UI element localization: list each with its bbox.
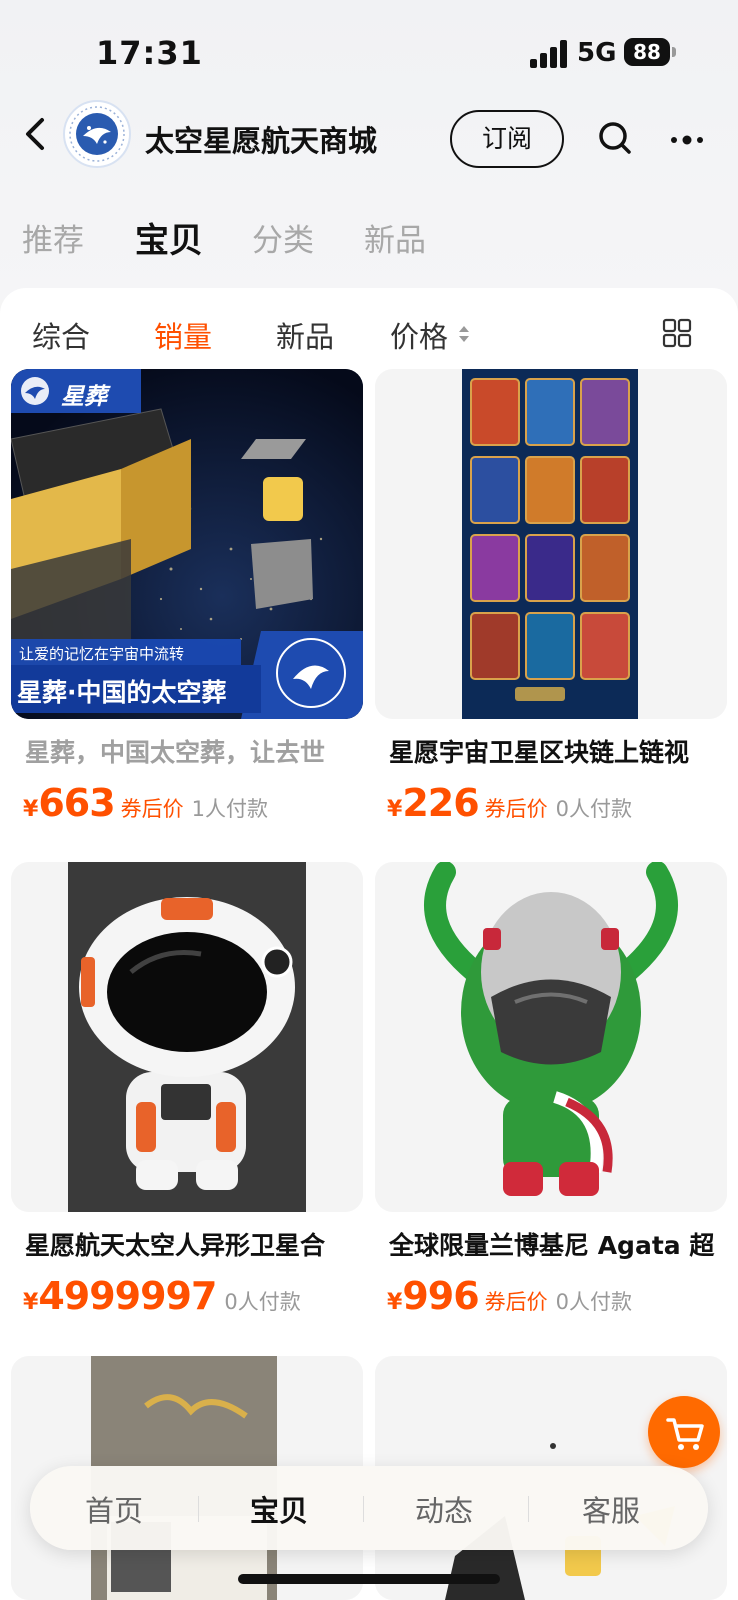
product-title[interactable]: 星愿航天太空人异形卫星合 xyxy=(25,1226,355,1262)
battery-icon: 88 xyxy=(624,38,670,66)
product-card[interactable]: 全球限量兰博基尼 Agata 超 ¥996 券后价 0人付款 xyxy=(375,862,727,1318)
sold-count: 0人付款 xyxy=(555,797,633,821)
product-price: 226 xyxy=(402,781,479,825)
search-icon[interactable] xyxy=(595,118,635,158)
product-card[interactable]: 星愿航天太空人异形卫星合 ¥4999997 0人付款 xyxy=(11,862,363,1318)
coupon-label: 券后价 xyxy=(120,797,184,821)
battery-tip xyxy=(672,47,676,57)
bottom-nav: 首页 宝贝 动态 客服 xyxy=(30,1466,708,1550)
product-card[interactable]: 星愿宇宙卫星区块链上链视 ¥226 券后价 0人付款 xyxy=(375,369,727,825)
product-image[interactable] xyxy=(375,862,727,1212)
banner-tag: 星葬 xyxy=(61,384,107,410)
product-image[interactable] xyxy=(375,369,727,719)
sort-overall[interactable]: 综合 xyxy=(32,314,90,356)
tab-new[interactable]: 新品 xyxy=(364,215,426,260)
product-image[interactable] xyxy=(11,862,363,1212)
sort-sales[interactable]: 销量 xyxy=(154,314,212,356)
sold-count: 1人付款 xyxy=(191,797,269,821)
nav-home[interactable]: 首页 xyxy=(85,1488,143,1530)
product-price: 4999997 xyxy=(38,1274,217,1318)
coupon-label: 券后价 xyxy=(484,1290,548,1314)
sold-count: 0人付款 xyxy=(555,1290,633,1314)
network-label: 5G xyxy=(577,38,617,68)
cart-button[interactable] xyxy=(648,1396,720,1468)
price-row: ¥663 券后价 1人付款 xyxy=(23,781,269,825)
grid-view-icon[interactable] xyxy=(662,318,692,348)
nav-divider xyxy=(528,1496,529,1522)
status-time: 17:31 xyxy=(96,34,203,72)
product-title[interactable]: 星愿宇宙卫星区块链上链视 xyxy=(389,733,719,769)
product-title[interactable]: 全球限量兰博基尼 Agata 超 xyxy=(389,1226,719,1262)
product-image[interactable]: 星葬 让爱的记忆在宇宙中流转 星葬·中国的太空葬 xyxy=(11,369,363,719)
price-row: ¥226 券后价 0人付款 xyxy=(387,781,633,825)
tab-products[interactable]: 宝贝 xyxy=(135,213,203,262)
product-title[interactable]: 星葬，中国太空葬，让去世 xyxy=(25,733,355,769)
home-indicator[interactable] xyxy=(238,1574,500,1584)
nav-products[interactable]: 宝贝 xyxy=(250,1488,308,1530)
banner-subtitle: 让爱的记忆在宇宙中流转 xyxy=(19,645,185,663)
cart-icon xyxy=(666,1418,704,1450)
shop-tabs: 推荐 宝贝 分类 新品 xyxy=(0,215,738,275)
price-row: ¥996 券后价 0人付款 xyxy=(387,1274,633,1318)
shop-header: 太空星愿航天商城 订阅 xyxy=(0,100,738,180)
back-icon[interactable] xyxy=(16,114,56,154)
signal-icon xyxy=(530,40,568,68)
tab-recommend[interactable]: 推荐 xyxy=(22,215,84,260)
tab-categories[interactable]: 分类 xyxy=(252,215,314,260)
banner-title: 星葬·中国的太空葬 xyxy=(17,678,227,707)
nav-feed[interactable]: 动态 xyxy=(415,1488,473,1530)
product-price: 663 xyxy=(38,781,115,825)
nav-divider xyxy=(198,1496,199,1522)
coupon-label: 券后价 xyxy=(484,797,548,821)
status-bar: 17:31 5G 88 xyxy=(0,0,738,100)
product-price: 996 xyxy=(402,1274,479,1318)
product-card[interactable]: 星葬 让爱的记忆在宇宙中流转 星葬·中国的太空葬 星葬，中国太空葬，让去世 ¥6… xyxy=(11,369,363,825)
price-row: ¥4999997 0人付款 xyxy=(23,1274,301,1318)
currency-symbol: ¥ xyxy=(23,797,39,822)
sold-count: 0人付款 xyxy=(224,1290,301,1314)
sort-price[interactable]: 价格 xyxy=(390,314,448,356)
currency-symbol: ¥ xyxy=(387,1290,403,1315)
sort-bar: 综合 销量 新品 价格 xyxy=(0,288,738,378)
nav-service[interactable]: 客服 xyxy=(582,1488,640,1530)
shop-name[interactable]: 太空星愿航天商城 xyxy=(145,118,377,160)
more-icon[interactable] xyxy=(668,130,708,150)
nav-divider xyxy=(363,1496,364,1522)
subscribe-button[interactable]: 订阅 xyxy=(450,110,564,168)
sort-arrows-icon[interactable] xyxy=(458,324,470,344)
sort-new[interactable]: 新品 xyxy=(276,314,334,356)
currency-symbol: ¥ xyxy=(23,1290,39,1315)
shop-logo[interactable] xyxy=(63,100,131,168)
currency-symbol: ¥ xyxy=(387,797,403,822)
